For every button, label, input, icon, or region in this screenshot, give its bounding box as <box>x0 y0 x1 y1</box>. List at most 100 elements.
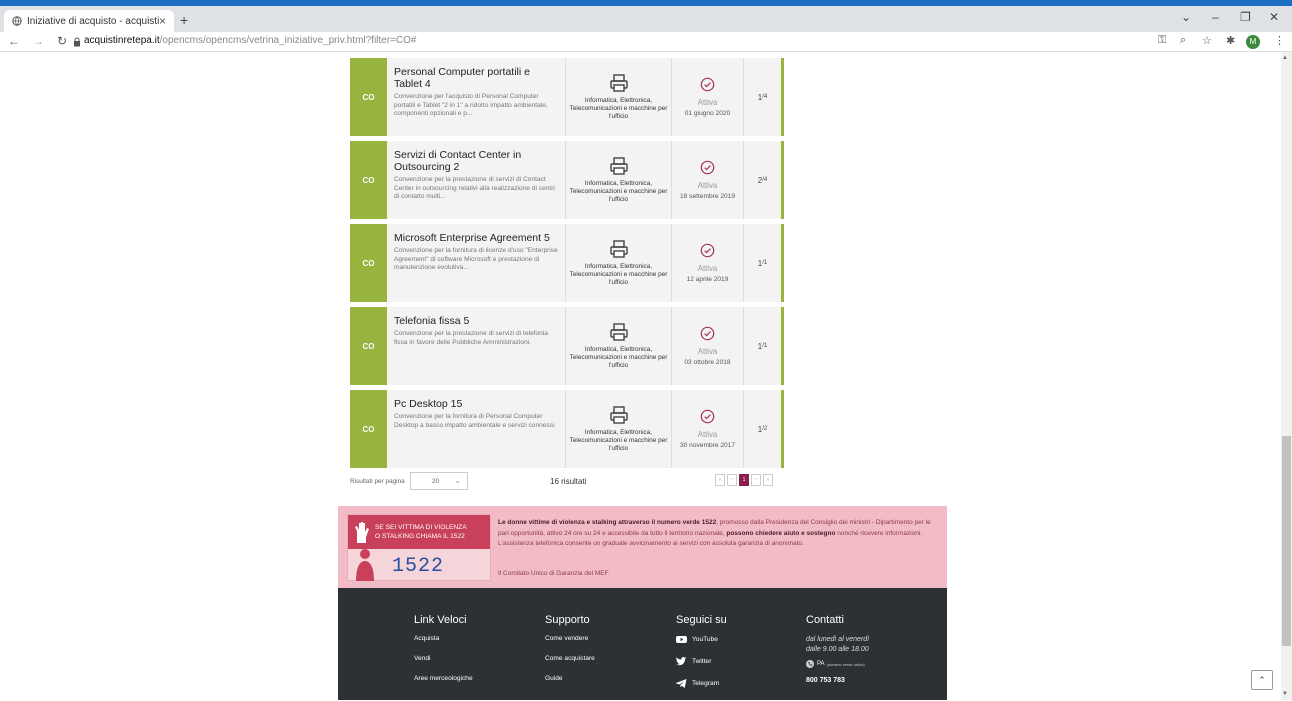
chevron-down-icon: ⌄ <box>454 476 461 485</box>
lot-total: /4 <box>762 94 768 100</box>
scroll-to-top-button[interactable]: ⌃ <box>1251 670 1273 690</box>
minimize-icon[interactable]: – <box>1212 10 1219 24</box>
1522-logo[interactable]: SE SEI VITTIMA DI VIOLENZA O STALKING CHI… <box>347 514 491 581</box>
forward-icon[interactable]: → <box>32 34 44 48</box>
initiative-title[interactable]: Pc Desktop 15 <box>394 398 559 410</box>
telegram-label: Telegram <box>692 680 720 687</box>
back-icon[interactable]: ← <box>8 34 20 48</box>
status-label: Attiva <box>697 430 718 439</box>
printer-icon <box>609 239 628 258</box>
opening-hours: dal lunedì al venerdì dalle 9.00 alle 18.… <box>806 635 869 655</box>
type-badge: CO <box>350 224 387 302</box>
next-page-button[interactable]: › <box>751 474 761 486</box>
first-page-button[interactable]: « <box>715 474 725 486</box>
initiative-title[interactable]: Servizi di Contact Center in Outsourcing… <box>394 149 559 173</box>
browser-tab[interactable]: Iniziative di acquisto - acquistin × <box>4 10 174 32</box>
hours-time: dalle 9.00 alle 18.00 <box>806 646 869 653</box>
footer-link-guide[interactable]: Guide <box>545 675 595 682</box>
category-cell: Informatica, Elettronica, Telecomunicazi… <box>566 307 672 385</box>
reload-icon[interactable]: ↻ <box>57 34 67 48</box>
lot-total: /2 <box>762 426 768 432</box>
per-page-value: 20 <box>432 478 440 485</box>
footer-link-youtube[interactable]: YouTube <box>676 635 727 644</box>
page-1-button[interactable]: 1 <box>739 474 749 486</box>
initiative-title[interactable]: Telefonia fissa 5 <box>394 315 559 327</box>
footer-contatti: Contatti dal lunedì al venerdì dalle 9.00… <box>806 614 869 684</box>
footer-link-come-vendere[interactable]: Come vendere <box>545 635 595 642</box>
footer-link-telegram[interactable]: Telegram <box>676 679 727 688</box>
phone-number[interactable]: 800 753 783 <box>806 677 869 684</box>
tab-title: Iniziative di acquisto - acquistin <box>27 15 159 27</box>
key-icon[interactable]: ⚿ <box>1158 34 1166 47</box>
type-badge: CO <box>350 58 387 136</box>
status-cell: Attiva 01 giugno 2020 <box>672 58 744 136</box>
footer-link-acquista[interactable]: Acquista <box>414 635 473 642</box>
status-cell: Attiva 18 settembre 2019 <box>672 141 744 219</box>
lot-total: /1 <box>762 260 768 266</box>
initiative-row[interactable]: CO Telefonia fissa 5 Convenzione per la … <box>350 307 784 385</box>
restore-icon[interactable]: ❐ <box>1240 10 1251 24</box>
footer-link-aree[interactable]: Aree merceologiche <box>414 675 473 682</box>
cug-link[interactable]: Il Comitato Unico di Garanzia del MEF <box>498 570 609 577</box>
address-bar-row: ← → ↻ acquistinretepa.it/opencms/opencms… <box>0 32 1292 52</box>
category-cell: Informatica, Elettronica, Telecomunicazi… <box>566 390 672 468</box>
footer-seguici: Seguici su YouTube Twitter Telegram <box>676 614 727 701</box>
initiative-row[interactable]: CO Personal Computer portatili e Tablet … <box>350 58 784 136</box>
initiative-title[interactable]: Microsoft Enterprise Agreement 5 <box>394 232 559 244</box>
type-badge: CO <box>350 307 387 385</box>
page-buttons: « ‹ 1 › » <box>715 474 773 486</box>
per-page-select[interactable]: 20 ⌄ <box>410 472 468 490</box>
youtube-icon <box>676 636 687 643</box>
initiative-info: Servizi di Contact Center in Outsourcing… <box>387 141 566 219</box>
initiative-row[interactable]: CO Microsoft Enterprise Agreement 5 Conv… <box>350 224 784 302</box>
status-label: Attiva <box>697 264 718 273</box>
initiative-info: Pc Desktop 15 Convenzione per la fornitu… <box>387 390 566 468</box>
pa-note: (numero verde unico) <box>826 661 865 667</box>
extensions-icon[interactable]: ✱ <box>1226 34 1235 47</box>
page-scrollbar[interactable]: ▲ ▼ <box>1281 52 1292 700</box>
scroll-down-icon[interactable]: ▼ <box>1282 691 1288 697</box>
twitter-icon <box>676 657 687 666</box>
footer-link-vendi[interactable]: Vendi <box>414 655 473 662</box>
footer-heading: Contatti <box>806 614 844 626</box>
pa-label: PA <box>817 661 825 667</box>
lock-icon <box>74 37 80 47</box>
woman-silhouette-icon <box>356 549 374 581</box>
check-circle-icon <box>700 160 715 175</box>
category-label: Informatica, Elettronica, Telecomunicazi… <box>569 345 668 370</box>
telegram-icon <box>676 679 687 688</box>
activation-date: 30 novembre 2017 <box>680 442 735 449</box>
logo-line-2: O STALKING CHIAMA IL 1522 <box>375 533 465 540</box>
printer-icon <box>609 156 628 175</box>
tab-search-icon[interactable]: ⌄ <box>1181 10 1191 24</box>
lots-count: 1/2 <box>744 390 781 468</box>
initiative-info: Telefonia fissa 5 Convenzione per la pre… <box>387 307 566 385</box>
category-cell: Informatica, Elettronica, Telecomunicazi… <box>566 224 672 302</box>
initiative-row[interactable]: CO Pc Desktop 15 Convenzione per la forn… <box>350 390 784 468</box>
scroll-up-icon[interactable]: ▲ <box>1282 55 1288 61</box>
site-footer: Link Veloci Acquista Vendi Aree merceolo… <box>338 588 947 700</box>
status-cell: Attiva 30 novembre 2017 <box>672 390 744 468</box>
status-label: Attiva <box>697 181 718 190</box>
initiative-title[interactable]: Personal Computer portatili e Tablet 4 <box>394 66 559 90</box>
status-cell: Attiva 03 ottobre 2018 <box>672 307 744 385</box>
check-circle-icon <box>700 326 715 341</box>
profile-avatar[interactable]: M <box>1246 35 1260 49</box>
last-page-button[interactable]: » <box>763 474 773 486</box>
url-text[interactable]: acquistinretepa.it/opencms/opencms/vetri… <box>84 35 416 46</box>
tab-close-icon[interactable]: × <box>159 14 166 28</box>
initiative-description: Convenzione per la prestazione di serviz… <box>394 330 548 346</box>
zoom-icon[interactable]: ⌕ <box>1180 34 1186 47</box>
initiative-row[interactable]: CO Servizi di Contact Center in Outsourc… <box>350 141 784 219</box>
scroll-thumb[interactable] <box>1282 436 1291 646</box>
check-circle-icon <box>700 409 715 424</box>
prev-page-button[interactable]: ‹ <box>727 474 737 486</box>
new-tab-button[interactable]: + <box>180 12 188 28</box>
footer-link-twitter[interactable]: Twitter <box>676 657 727 666</box>
close-window-icon[interactable]: ✕ <box>1269 10 1279 24</box>
footer-link-come-acquistare[interactable]: Come acquistare <box>545 655 595 662</box>
check-circle-icon <box>700 243 715 258</box>
twitter-label: Twitter <box>692 658 712 665</box>
star-icon[interactable]: ☆ <box>1202 34 1212 47</box>
menu-icon[interactable]: ⋮ <box>1274 34 1285 47</box>
